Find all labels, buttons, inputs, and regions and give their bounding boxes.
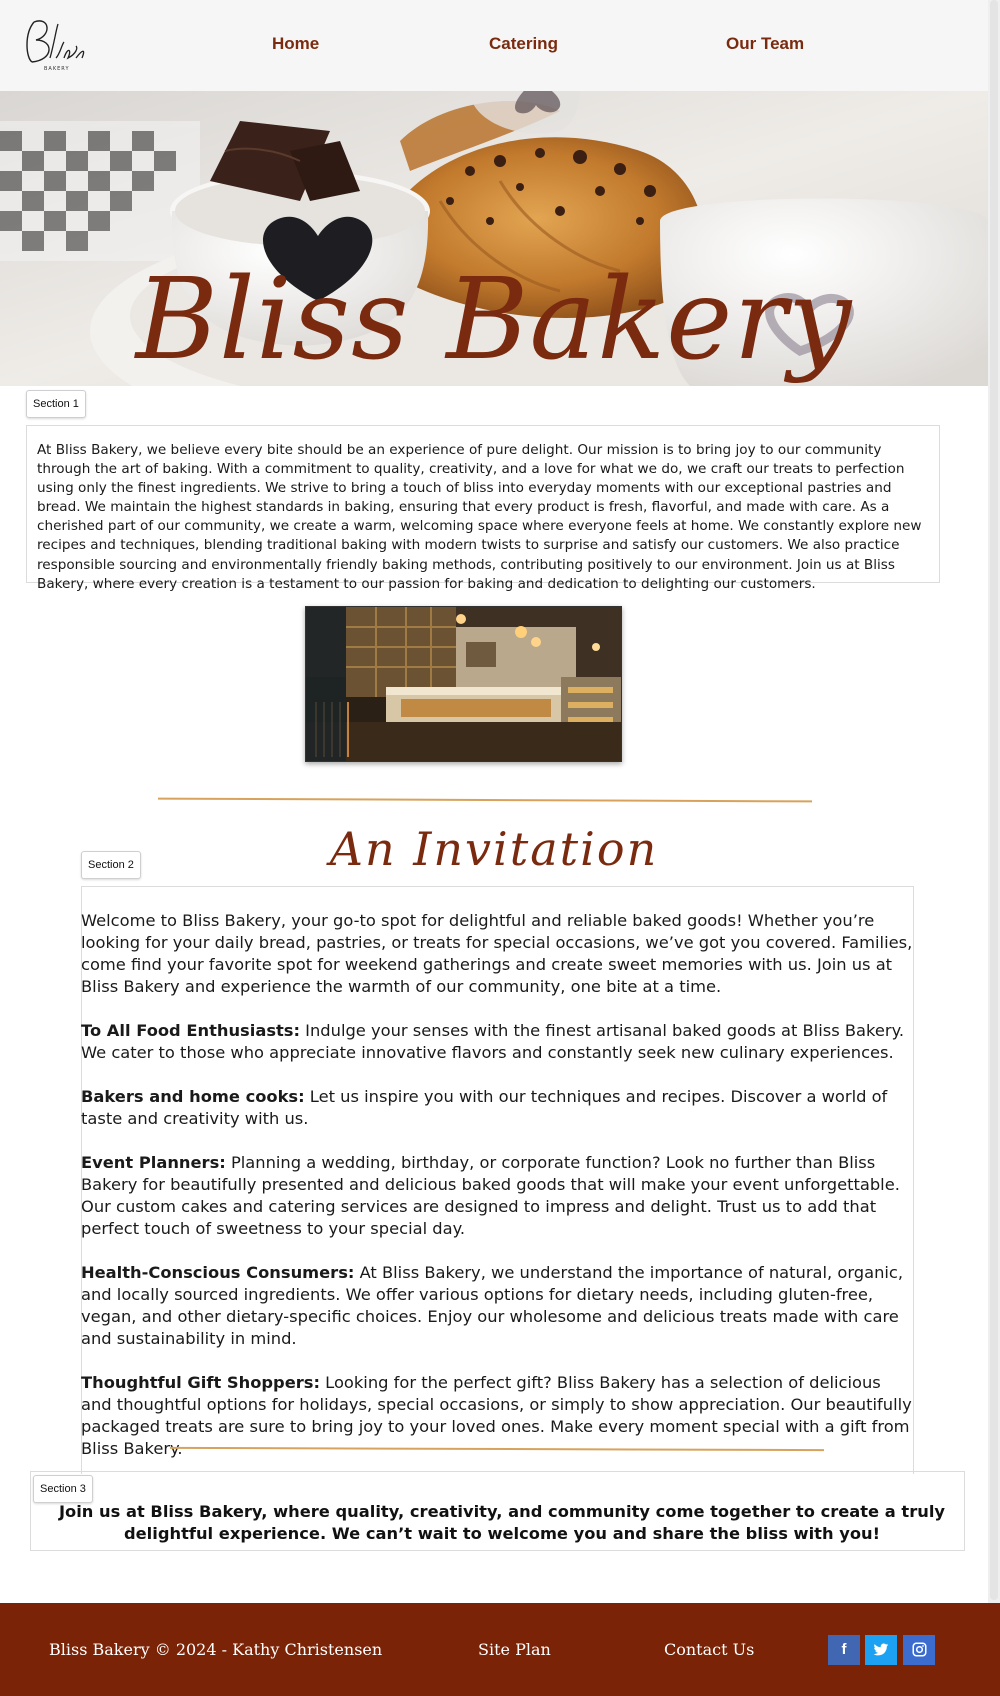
nav-home-link[interactable]: Home [272, 34, 319, 54]
nav-our-team-link[interactable]: Our Team [726, 34, 804, 54]
audience-bakers: Bakers and home cooks: Let us inspire yo… [81, 1086, 916, 1130]
invitation-intro: Welcome to Bliss Bakery, your go-to spot… [81, 911, 913, 996]
audience-label: Event Planners: [81, 1153, 226, 1172]
nav-catering-link[interactable]: Catering [489, 34, 558, 54]
audience-food-enthusiasts: To All Food Enthusiasts: Indulge your se… [81, 1020, 916, 1064]
navbar: BAKERY Home Catering Our Team [0, 0, 988, 91]
svg-text:BAKERY: BAKERY [44, 66, 70, 72]
audience-event-planners: Event Planners: Planning a wedding, birt… [81, 1152, 916, 1240]
section-2-tag: Section 2 [81, 851, 141, 879]
scrollbar-thumb[interactable] [990, 0, 998, 1600]
audience-label: Thoughtful Gift Shoppers: [81, 1373, 320, 1392]
instagram-icon[interactable] [903, 1635, 935, 1665]
section-1-tag: Section 1 [26, 390, 86, 418]
invitation-content: Welcome to Bliss Bakery, your go-to spot… [81, 910, 916, 1482]
twitter-icon[interactable] [865, 1635, 897, 1665]
audience-label: Health-Conscious Consumers: [81, 1263, 355, 1282]
closing-message: Join us at Bliss Bakery, where quality, … [58, 1502, 946, 1543]
hero-title: Bliss Bakery [135, 255, 853, 385]
audience-label: To All Food Enthusiasts: [81, 1021, 300, 1040]
invitation-heading: An Invitation [329, 822, 659, 876]
about-paragraph: At Bliss Bakery, we believe every bite s… [37, 442, 922, 592]
about-section: At Bliss Bakery, we believe every bite s… [26, 425, 940, 592]
footer-site-plan-link[interactable]: Site Plan [478, 1640, 551, 1659]
footer-contact-link[interactable]: Contact Us [664, 1640, 754, 1659]
audience-health-conscious: Health-Conscious Consumers: At Bliss Bak… [81, 1262, 916, 1350]
decorative-divider [157, 797, 813, 803]
scrollbar[interactable] [988, 0, 1000, 1696]
audience-label: Bakers and home cooks: [81, 1087, 305, 1106]
bakery-interior-photo [305, 606, 622, 762]
section-3-tag: Section 3 [33, 1475, 93, 1503]
bliss-logo[interactable]: BAKERY [20, 14, 90, 72]
facebook-icon[interactable]: f [828, 1635, 860, 1665]
footer-copyright: Bliss Bakery © 2024 - Kathy Christensen [49, 1640, 383, 1659]
footer: Bliss Bakery © 2024 - Kathy Christensen … [0, 1603, 1000, 1696]
